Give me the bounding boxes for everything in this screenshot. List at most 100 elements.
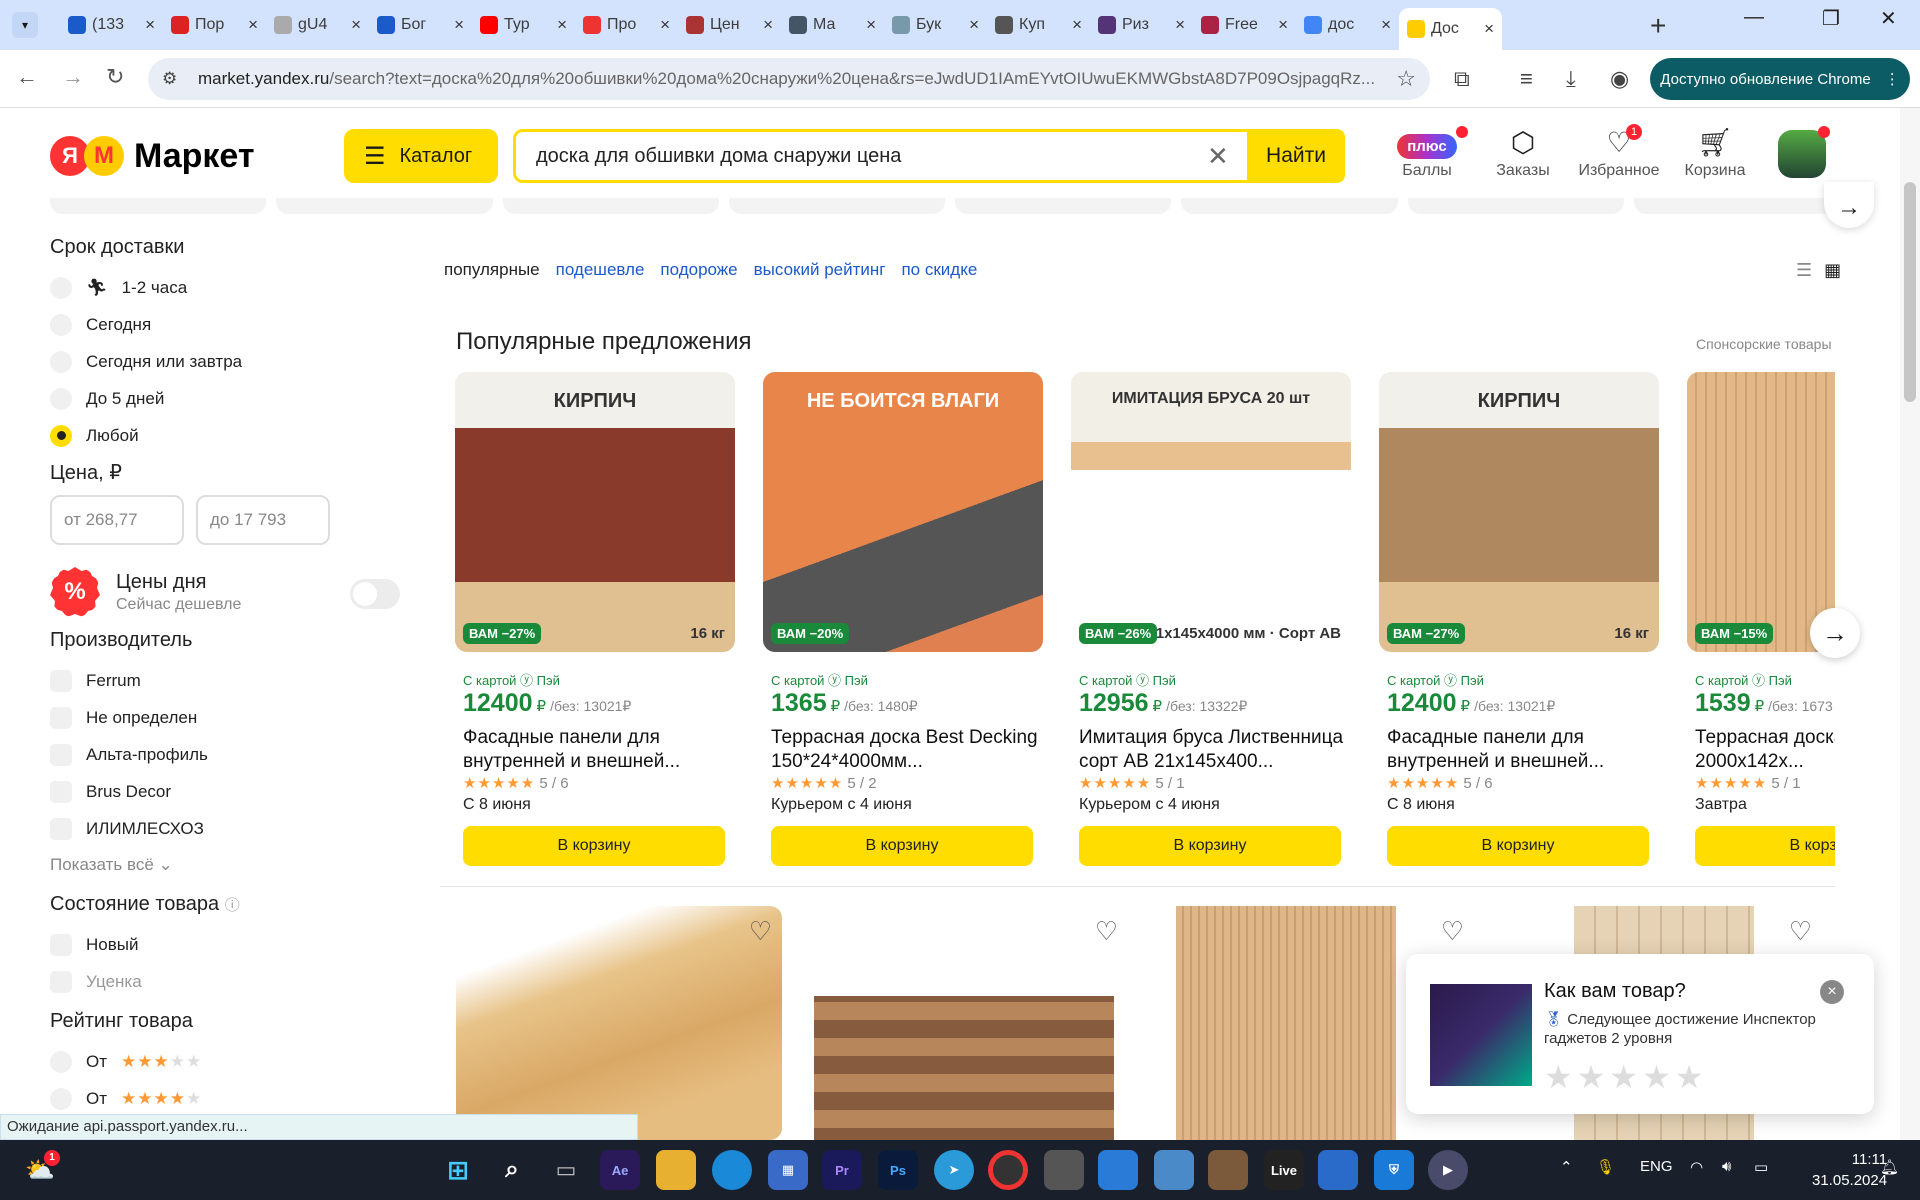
- battery-icon[interactable]: ▭: [1754, 1158, 1768, 1176]
- category-chip[interactable]: [1633, 198, 1850, 214]
- site-info-icon[interactable]: ⚙: [162, 69, 184, 89]
- help-icon[interactable]: ⓘ: [225, 897, 240, 914]
- sort-option[interactable]: по скидке: [901, 260, 977, 280]
- tab-close-icon[interactable]: ×: [1484, 19, 1494, 39]
- points-link[interactable]: плюс Баллы: [1382, 126, 1472, 180]
- browser-tab[interactable]: Про ×: [575, 8, 678, 42]
- chrome-icon[interactable]: [988, 1150, 1028, 1190]
- add-to-cart-button[interactable]: В корзину: [1695, 826, 1835, 866]
- address-bar[interactable]: ⚙ market.yandex.ru/search?text=доска%20д…: [148, 58, 1430, 100]
- chrome-update-button[interactable]: Доступно обновление Chrome ⋮: [1650, 58, 1910, 100]
- sort-option[interactable]: высокий рейтинг: [754, 260, 886, 280]
- volume-icon[interactable]: 🔊︎: [1722, 1158, 1731, 1175]
- price-from-input[interactable]: от 268,77: [50, 495, 184, 545]
- media-control-icon[interactable]: ≡: [1520, 66, 1533, 92]
- tab-close-icon[interactable]: ×: [454, 15, 464, 35]
- add-to-cart-button[interactable]: В корзину: [1079, 826, 1341, 866]
- premiere-icon[interactable]: Pr: [822, 1150, 862, 1190]
- maker-option[interactable]: ИЛИМЛЕСХОЗ: [50, 810, 410, 847]
- maker-option[interactable]: Не определен: [50, 699, 410, 736]
- radio-button[interactable]: [50, 350, 72, 373]
- delivery-option[interactable]: Сегодня: [50, 306, 410, 343]
- orders-link[interactable]: ⬡ Заказы: [1478, 126, 1568, 180]
- tab-close-icon[interactable]: ×: [1381, 15, 1391, 35]
- product-image[interactable]: ВАМ −15%: [1687, 372, 1835, 652]
- tab-close-icon[interactable]: ×: [351, 15, 361, 35]
- page-scrollbar[interactable]: [1900, 108, 1920, 1140]
- photos-icon[interactable]: [1098, 1150, 1138, 1190]
- browser-tab[interactable]: Дос ×: [1399, 8, 1502, 50]
- new-tab-button[interactable]: +: [1650, 10, 1666, 42]
- notifications-icon[interactable]: 🔔︎: [1880, 1158, 1899, 1176]
- edge-icon[interactable]: [712, 1150, 752, 1190]
- browser-tab[interactable]: Бук ×: [884, 8, 987, 42]
- scrollbar-thumb[interactable]: [1904, 182, 1916, 402]
- browser-tab[interactable]: дос ×: [1296, 8, 1399, 42]
- carousel-next-arrow[interactable]: →: [1810, 608, 1860, 658]
- checkbox[interactable]: [50, 780, 72, 803]
- download-icon[interactable]: ⤓: [1566, 66, 1576, 92]
- radio-button[interactable]: [50, 424, 72, 447]
- tab-close-icon[interactable]: ×: [866, 15, 876, 35]
- product-card[interactable]: ИМИТАЦИЯ БРУСА 20 шт 21x145x4000 мм · Сор…: [1071, 372, 1351, 866]
- browser-tab[interactable]: Бог ×: [369, 8, 472, 42]
- weather-icon[interactable]: ⛅ 1: [20, 1150, 60, 1190]
- browser-tab[interactable]: Пор ×: [163, 8, 266, 42]
- maker-option[interactable]: Альта-профиль: [50, 736, 410, 773]
- category-chip[interactable]: [728, 198, 945, 214]
- show-all-link[interactable]: Показать всё ⌄: [50, 855, 410, 875]
- close-popup-button[interactable]: ×: [1820, 980, 1844, 1004]
- maker-option[interactable]: Brus Decor: [50, 773, 410, 810]
- category-chip[interactable]: [955, 198, 1172, 214]
- delivery-option[interactable]: Сегодня или завтра: [50, 343, 410, 380]
- bookmark-star-icon[interactable]: ☆: [1396, 66, 1416, 92]
- product-image[interactable]: КИРПИЧ 16 кг ВАМ −27%: [455, 372, 735, 652]
- start-icon[interactable]: ⊞: [438, 1150, 478, 1190]
- checkbox[interactable]: [50, 669, 72, 692]
- browser-tab[interactable]: gU4 ×: [266, 8, 369, 42]
- grid-view-icon[interactable]: ▦: [1824, 260, 1841, 281]
- minimize-icon[interactable]: —: [1744, 6, 1764, 29]
- tab-close-icon[interactable]: ×: [1175, 15, 1185, 35]
- delivery-option[interactable]: Любой: [50, 417, 410, 454]
- search-button[interactable]: Найти: [1247, 129, 1345, 183]
- product-image[interactable]: КИРПИЧ 16 кг ВАМ −27%: [1379, 372, 1659, 652]
- delivery-option[interactable]: До 5 дней: [50, 380, 410, 417]
- browser-tab[interactable]: (133 ×: [60, 8, 163, 42]
- search-icon[interactable]: ⌕: [492, 1150, 532, 1190]
- telegram-icon[interactable]: ➤: [934, 1150, 974, 1190]
- tab-close-icon[interactable]: ×: [145, 15, 155, 35]
- rating-4-option[interactable]: От ★★★★★: [50, 1080, 410, 1117]
- user-avatar[interactable]: [1778, 126, 1830, 178]
- favorite-heart-icon[interactable]: ♡: [1095, 916, 1118, 947]
- list-view-icon[interactable]: ☰: [1796, 260, 1812, 281]
- after-effects-icon[interactable]: Ae: [600, 1150, 640, 1190]
- favorite-heart-icon[interactable]: ♡: [1789, 916, 1812, 947]
- store-icon[interactable]: ▦: [768, 1150, 808, 1190]
- add-to-cart-button[interactable]: В корзину: [1387, 826, 1649, 866]
- radio-button[interactable]: [50, 387, 72, 410]
- task-view-icon[interactable]: ▭: [546, 1150, 586, 1190]
- clock[interactable]: 11:11 31.05.2024: [1812, 1149, 1887, 1191]
- extensions-icon[interactable]: ⧉: [1454, 66, 1470, 92]
- app-icon[interactable]: [1154, 1150, 1194, 1190]
- browser-tab[interactable]: Цен ×: [678, 8, 781, 42]
- favorite-heart-icon[interactable]: ♡: [749, 916, 772, 947]
- category-chip[interactable]: [502, 198, 719, 214]
- browser-tab[interactable]: Free ×: [1193, 8, 1296, 42]
- browser-tab[interactable]: Риз ×: [1090, 8, 1193, 42]
- tab-close-icon[interactable]: ×: [660, 15, 670, 35]
- security-icon[interactable]: ⛨: [1374, 1150, 1414, 1190]
- product-name[interactable]: Террасная доска лиственница 2000х142х...: [1695, 726, 1835, 774]
- add-to-cart-button[interactable]: В корзину: [771, 826, 1033, 866]
- favorites-link[interactable]: ♡ 1 Избранное: [1574, 124, 1664, 180]
- sort-option[interactable]: популярные: [444, 260, 540, 280]
- add-to-cart-button[interactable]: В корзину: [463, 826, 725, 866]
- browser-tab[interactable]: Куп ×: [987, 8, 1090, 42]
- restore-icon[interactable]: ❐: [1822, 6, 1840, 31]
- condition-option[interactable]: Новый: [50, 926, 410, 963]
- delivery-option[interactable]: 🏃︎ 1-2 часа: [50, 269, 410, 306]
- browser-tab[interactable]: Тур ×: [472, 8, 575, 42]
- tab-close-icon[interactable]: ×: [969, 15, 979, 35]
- category-chip[interactable]: [1181, 198, 1398, 214]
